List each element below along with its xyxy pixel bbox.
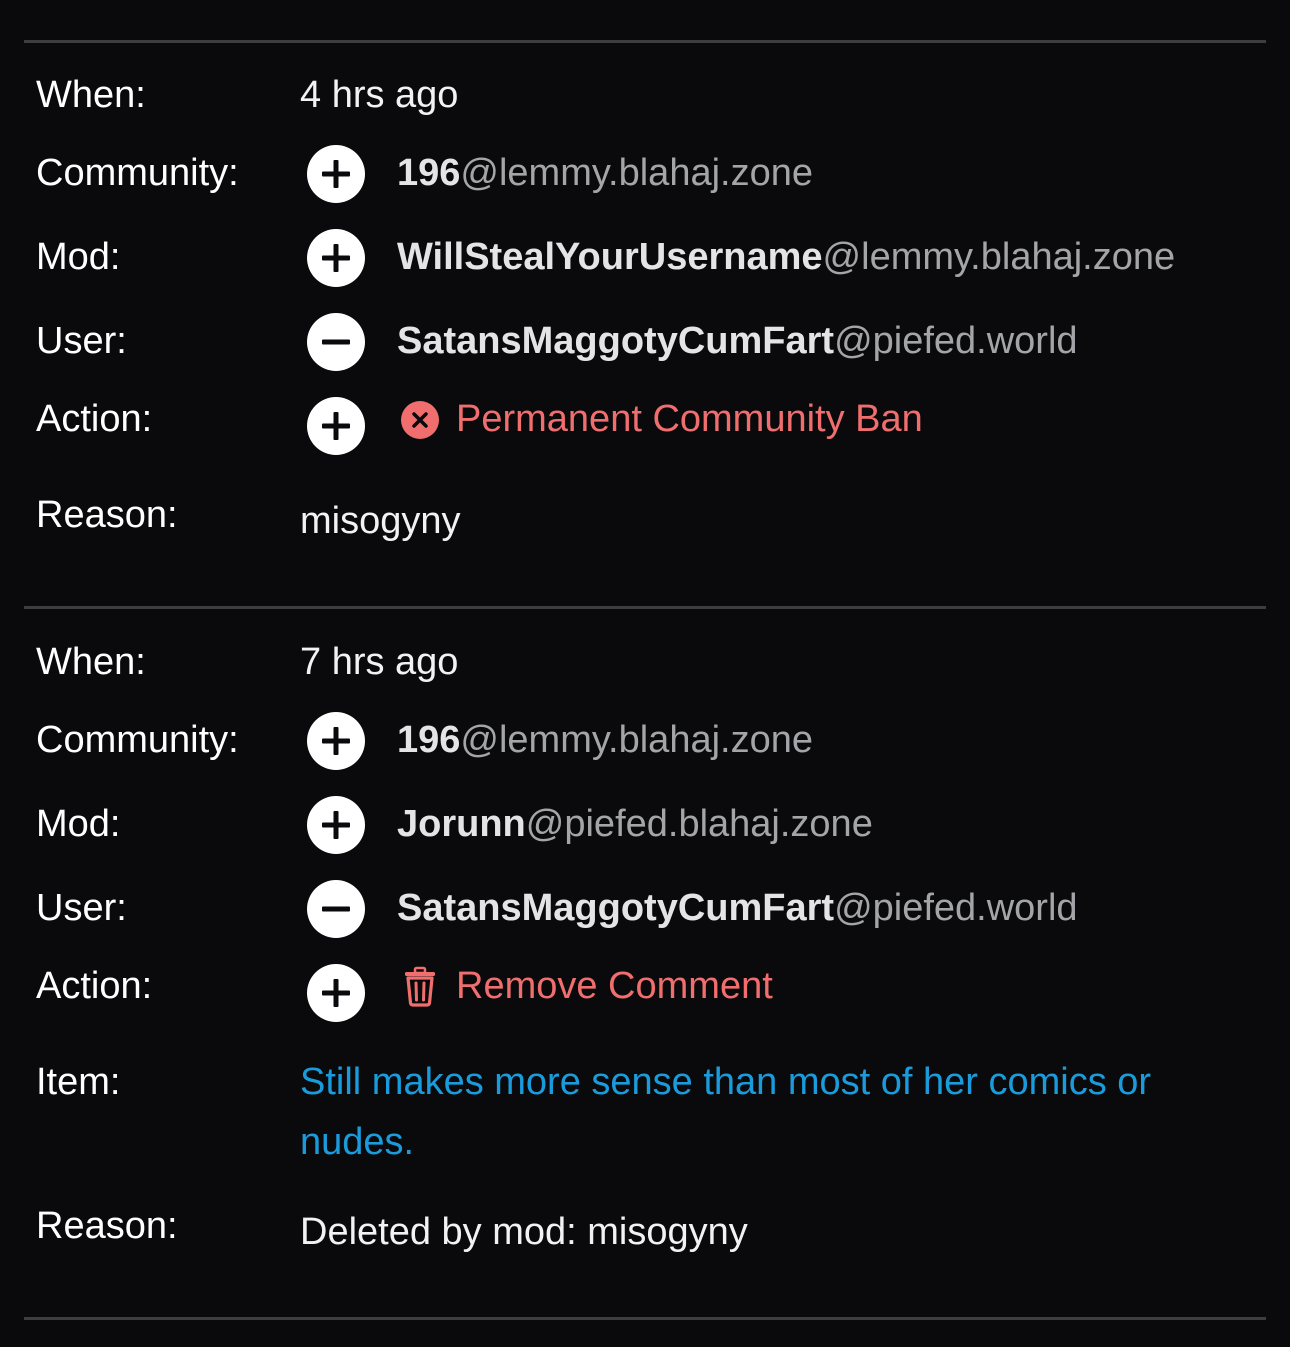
when-label: When: bbox=[36, 641, 146, 683]
mod-row: Mod: WillStealYourUsername@lemmy.blahaj.… bbox=[0, 229, 1290, 294]
community-row: Community: 196@lemmy.blahaj.zone bbox=[0, 145, 1290, 210]
user-handle[interactable]: SatansMaggotyCumFart@piefed.world bbox=[397, 318, 1078, 364]
when-row: When: 4 hrs ago bbox=[0, 72, 1290, 132]
plus-icon bbox=[322, 244, 350, 272]
user-host: @piefed.world bbox=[834, 887, 1078, 929]
community-name: 196 bbox=[397, 719, 461, 761]
divider bbox=[24, 1317, 1266, 1320]
action-name: Permanent Community Ban bbox=[456, 398, 923, 440]
plus-icon bbox=[322, 811, 350, 839]
mod-name: Jorunn bbox=[397, 803, 526, 845]
plus-icon bbox=[322, 979, 350, 1007]
community-handle[interactable]: 196@lemmy.blahaj.zone bbox=[397, 717, 813, 763]
item-row: Item: Still makes more sense than most o… bbox=[0, 1059, 1290, 1179]
reason-value: Deleted by mod: misogyny bbox=[300, 1211, 748, 1253]
plus-icon bbox=[322, 412, 350, 440]
community-host: @lemmy.blahaj.zone bbox=[460, 719, 813, 761]
action-label: Action: bbox=[36, 965, 153, 1007]
trash-icon bbox=[399, 965, 441, 1007]
community-host: @lemmy.blahaj.zone bbox=[460, 152, 813, 194]
reason-label: Reason: bbox=[36, 1205, 178, 1247]
user-row: User: SatansMaggotyCumFart@piefed.world bbox=[0, 313, 1290, 378]
mod-host: @piefed.blahaj.zone bbox=[525, 803, 873, 845]
user-handle[interactable]: SatansMaggotyCumFart@piefed.world bbox=[397, 885, 1078, 931]
user-filter-minus-button[interactable] bbox=[307, 880, 365, 938]
when-value: 7 hrs ago bbox=[300, 641, 459, 683]
when-label: When: bbox=[36, 74, 146, 116]
plus-icon bbox=[322, 727, 350, 755]
ban-x-icon bbox=[399, 399, 441, 441]
community-filter-plus-button[interactable] bbox=[307, 712, 365, 770]
community-filter-plus-button[interactable] bbox=[307, 145, 365, 203]
action-filter-plus-button[interactable] bbox=[307, 964, 365, 1022]
mod-row: Mod: Jorunn@piefed.blahaj.zone bbox=[0, 796, 1290, 861]
action-label: Action: bbox=[36, 398, 153, 440]
community-label: Community: bbox=[36, 152, 239, 194]
community-label: Community: bbox=[36, 719, 239, 761]
action-row: Action: Remove Comment bbox=[0, 963, 1290, 1023]
mod-name: WillStealYourUsername bbox=[397, 236, 823, 278]
mod-filter-plus-button[interactable] bbox=[307, 229, 365, 287]
reason-row: Reason: Deleted by mod: misogyny bbox=[0, 1203, 1290, 1263]
action-filter-plus-button[interactable] bbox=[307, 397, 365, 455]
mod-label: Mod: bbox=[36, 803, 121, 845]
divider bbox=[24, 40, 1266, 43]
reason-label: Reason: bbox=[36, 494, 178, 536]
mod-label: Mod: bbox=[36, 236, 121, 278]
when-row: When: 7 hrs ago bbox=[0, 639, 1290, 699]
user-row: User: SatansMaggotyCumFart@piefed.world bbox=[0, 880, 1290, 945]
reason-row: Reason: misogyny bbox=[0, 492, 1290, 552]
user-filter-minus-button[interactable] bbox=[307, 313, 365, 371]
item-link[interactable]: Still makes more sense than most of her … bbox=[300, 1052, 1240, 1172]
minus-icon bbox=[322, 339, 350, 345]
user-name: SatansMaggotyCumFart bbox=[397, 887, 835, 929]
mod-filter-plus-button[interactable] bbox=[307, 796, 365, 854]
user-name: SatansMaggotyCumFart bbox=[397, 320, 835, 362]
user-label: User: bbox=[36, 320, 127, 362]
mod-handle[interactable]: WillStealYourUsername@lemmy.blahaj.zone bbox=[397, 234, 1175, 280]
item-label: Item: bbox=[36, 1061, 121, 1103]
mod-handle[interactable]: Jorunn@piefed.blahaj.zone bbox=[397, 801, 873, 847]
user-host: @piefed.world bbox=[834, 320, 1078, 362]
plus-icon bbox=[322, 160, 350, 188]
when-value: 4 hrs ago bbox=[300, 74, 459, 116]
reason-value: misogyny bbox=[300, 500, 461, 542]
action-row: Action: Permanent Community Ban bbox=[0, 396, 1290, 456]
minus-icon bbox=[322, 906, 350, 912]
community-handle[interactable]: 196@lemmy.blahaj.zone bbox=[397, 150, 813, 196]
divider bbox=[24, 606, 1266, 609]
mod-host: @lemmy.blahaj.zone bbox=[822, 236, 1176, 278]
user-label: User: bbox=[36, 887, 127, 929]
action-name: Remove Comment bbox=[456, 965, 773, 1007]
community-name: 196 bbox=[397, 152, 461, 194]
community-row: Community: 196@lemmy.blahaj.zone bbox=[0, 712, 1290, 777]
